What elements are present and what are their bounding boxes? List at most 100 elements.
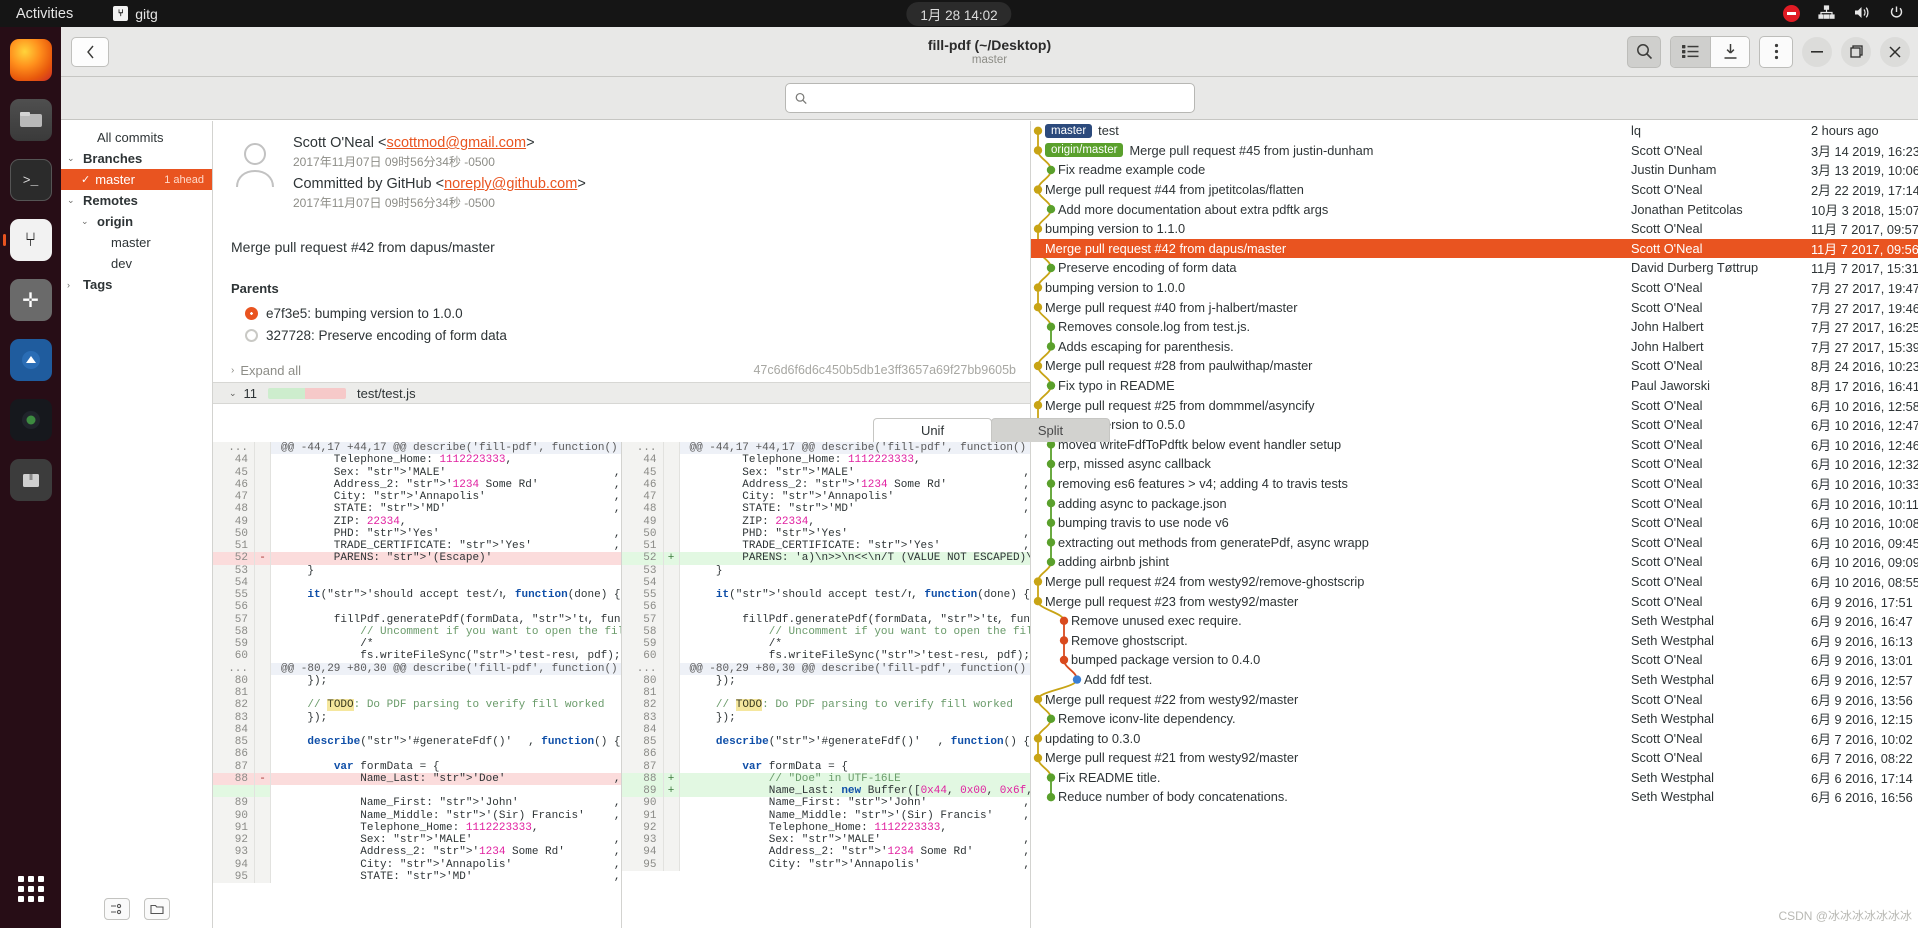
committer-email-link[interactable]: noreply@github.com (444, 176, 577, 192)
dock-item-firefox[interactable] (9, 39, 52, 81)
commit-row[interactable]: bumping version to 1.0.0 Scott O'Neal 7月 2… (1031, 278, 1918, 298)
expand-all-row[interactable]: › Expand all 47c6d6f6d6c450b5db1e3ff3657… (213, 358, 1030, 382)
commit-row[interactable]: updating to 0.3.0 Scott O'Neal 6月 7 2016, … (1031, 728, 1918, 748)
sidebar-item-master[interactable]: ✓ master 1 ahead (61, 169, 212, 190)
parent-commit-row[interactable]: e7f3e5: bumping version to 1.0.0 (245, 302, 1030, 324)
close-button[interactable] (1880, 36, 1910, 67)
commit-row[interactable]: bumped package version to 0.4.0 Scott O'N… (1031, 650, 1918, 670)
commit-row[interactable]: Merge pull request #25 from dommmel/asyn… (1031, 395, 1918, 415)
commit-row[interactable]: Remove unused exec require. Seth Westphal… (1031, 611, 1918, 631)
search-input[interactable] (813, 91, 1185, 105)
activities-button[interactable]: Activities (16, 6, 73, 22)
commit-row[interactable]: Add fdf test. Seth Westphal 6月 9 2016, 12:… (1031, 670, 1918, 690)
chevron-right-icon: › (67, 279, 70, 290)
commit-row[interactable]: Removes console.log from test.js. John Ha… (1031, 317, 1918, 337)
commit-row[interactable]: Merge pull request #28 from paulwithap/m… (1031, 356, 1918, 376)
diff-line: 58 // Uncomment if you want to open the … (621, 625, 1030, 638)
parent-commit-row[interactable]: 327728: Preserve encoding of form data (245, 324, 1030, 346)
commit-row[interactable]: Reduce number of body concatenations. Set… (1031, 787, 1918, 807)
sidebar-item-dev[interactable]: dev (61, 253, 212, 274)
commit-row[interactable]: Merge pull request #24 from westy92/remo… (1031, 572, 1918, 592)
back-button[interactable] (71, 36, 109, 67)
dock-item-archive[interactable] (9, 459, 52, 501)
commit-row[interactable]: adding airbnb jshint Scott O'Neal 6月 10 20… (1031, 552, 1918, 572)
commit-row[interactable]: Fix typo in README Paul Jaworski 8月 17 201… (1031, 376, 1918, 396)
commit-row[interactable]: Merge pull request #42 from dapus/master… (1031, 238, 1918, 259)
diff-line: 53 } (621, 564, 1031, 577)
diff-line-sign (663, 846, 680, 859)
commit-row[interactable]: bumping version to 0.5.0 Scott O'Neal 6月 1… (1031, 415, 1918, 435)
commit-row[interactable]: Adds escaping for parenthesis. John Halbe… (1031, 337, 1918, 357)
commit-row[interactable]: bumping version to 1.1.0 Scott O'Neal 11月 … (1031, 219, 1918, 239)
clock[interactable]: 1月 28 14:02 (906, 1, 1012, 26)
commit-row[interactable]: Merge pull request #44 from jpetitcolas/… (1031, 180, 1918, 200)
commit-row[interactable]: extracting out methods from generatePdf,… (1031, 532, 1918, 552)
commit-row[interactable]: Add more documentation about extra pdftk… (1031, 199, 1918, 219)
commit-row[interactable]: Remove iconv-lite dependency. Seth Westph… (1031, 709, 1918, 729)
author-email-link[interactable]: scottmod@gmail.com (386, 135, 526, 151)
power-icon[interactable] (1889, 5, 1904, 23)
do-not-disturb-icon[interactable] (1783, 5, 1800, 22)
parent-radio[interactable] (245, 306, 258, 320)
commit-row[interactable]: Merge pull request #21 from westy92/mast… (1031, 748, 1918, 768)
diff-line-number: 50 (621, 527, 664, 540)
volume-icon[interactable] (1853, 5, 1871, 23)
search-button[interactable] (1627, 35, 1661, 68)
commit-row[interactable]: Preserve encoding of form data David Durb… (1031, 258, 1918, 278)
search-field-wrapper[interactable] (784, 83, 1195, 113)
commit-row[interactable]: Merge pull request #40 from j-halbert/ma… (1031, 297, 1918, 317)
sidebar-item-branches[interactable]: ⌄ Branches (61, 148, 212, 169)
commit-date-cell: 6月 9 2016, 12:15 (1811, 712, 1913, 728)
sidebar-item-tags[interactable]: › Tags (61, 274, 212, 295)
branch-ref-badge[interactable]: master (1045, 123, 1093, 138)
commit-row[interactable]: Fix README title. Seth Westphal 6月 6 2016,… (1031, 768, 1918, 788)
diff-file-row[interactable]: ⌄ 11 test/test.js (213, 382, 1030, 404)
diff-pane-old[interactable]: ... @@ -44,17 +44,17 @@ describe('fill-pd… (213, 442, 622, 928)
minimize-button[interactable] (1802, 36, 1832, 67)
dock-item-gitg[interactable]: ⑂ (2, 219, 52, 261)
dock-item-files[interactable] (9, 99, 52, 141)
dock-item-dark-app[interactable] (9, 399, 52, 441)
sidebar-item-remotes[interactable]: ⌄ Remotes (61, 190, 212, 211)
app-menu[interactable]: ⑂ gitg (113, 6, 158, 22)
tab-split[interactable]: Split (991, 418, 1110, 442)
commit-date-cell: 6月 6 2016, 17:14 (1811, 770, 1913, 786)
commit-row[interactable]: adding async to package.json Scott O'Neal… (1031, 493, 1918, 513)
commit-row[interactable]: erp, missed async callback Scott O'Neal 6月… (1031, 454, 1918, 474)
diff-line-code: it("str">'should accept test/resources/t… (307, 589, 502, 602)
diff-pane-new[interactable]: ... @@ -44,17 +44,17 @@ describe('fill-pd… (621, 442, 1031, 928)
commit-subject-cell: erp, missed async callback (1031, 456, 1631, 471)
dock-item-terminal[interactable]: >_ (9, 159, 52, 201)
commit-row[interactable]: Remove ghostscript. Seth Westphal 6月 9 201… (1031, 630, 1918, 650)
branch-ref-badge[interactable]: origin/master (1045, 143, 1124, 158)
diff-line: 46 Address_2: "str">'1234 Some Rd', (213, 478, 621, 491)
commit-row[interactable]: Merge pull request #23 from westy92/mast… (1031, 591, 1918, 611)
compare-icon[interactable] (103, 898, 130, 920)
commit-row[interactable]: Fix readme example code Justin Dunham 3月 1… (1031, 160, 1918, 180)
sidebar-item-origin[interactable]: ⌄ origin (61, 211, 212, 232)
commit-row[interactable]: Merge pull request #22 from westy92/mast… (1031, 689, 1918, 709)
history-view-button[interactable] (1671, 36, 1710, 67)
commit-row[interactable]: removing es6 features > v4; adding 4 to … (1031, 474, 1918, 494)
menu-button[interactable] (1759, 35, 1793, 68)
diff-line: 95 STATE: "str">'MD', (213, 870, 621, 883)
tab-unif[interactable]: Unif (873, 418, 992, 442)
parent-radio[interactable] (245, 328, 258, 342)
diff-line: 54 (621, 576, 1031, 589)
pull-button[interactable] (1710, 36, 1749, 67)
network-icon[interactable] (1818, 4, 1835, 23)
show-applications-button[interactable] (10, 868, 52, 910)
commit-row[interactable]: master test lq 2 hours ago (1031, 121, 1918, 141)
commit-date-cell: 6月 7 2016, 10:02 (1811, 731, 1913, 747)
diff-line: 56 (213, 601, 621, 614)
sidebar-item-master[interactable]: master (61, 232, 212, 253)
dock-item-editor-blue[interactable] (9, 339, 52, 381)
commit-row[interactable]: moved writeFdfToPdftk below event handle… (1031, 435, 1918, 455)
maximize-button[interactable] (1841, 36, 1871, 67)
diff-line: 52 + PARENS: 'a)\n>>\n<<\n/T (VALUE NOT E… (621, 552, 1030, 565)
sidebar-item-all-commits[interactable]: All commits (61, 127, 212, 148)
commit-row[interactable]: bumping travis to use node v6 Scott O'Nea… (1031, 513, 1918, 533)
dock-item-software-add[interactable]: ✛ (9, 279, 52, 321)
folder-icon[interactable] (143, 898, 170, 920)
commit-row[interactable]: origin/master Merge pull request #45 from… (1031, 141, 1918, 161)
